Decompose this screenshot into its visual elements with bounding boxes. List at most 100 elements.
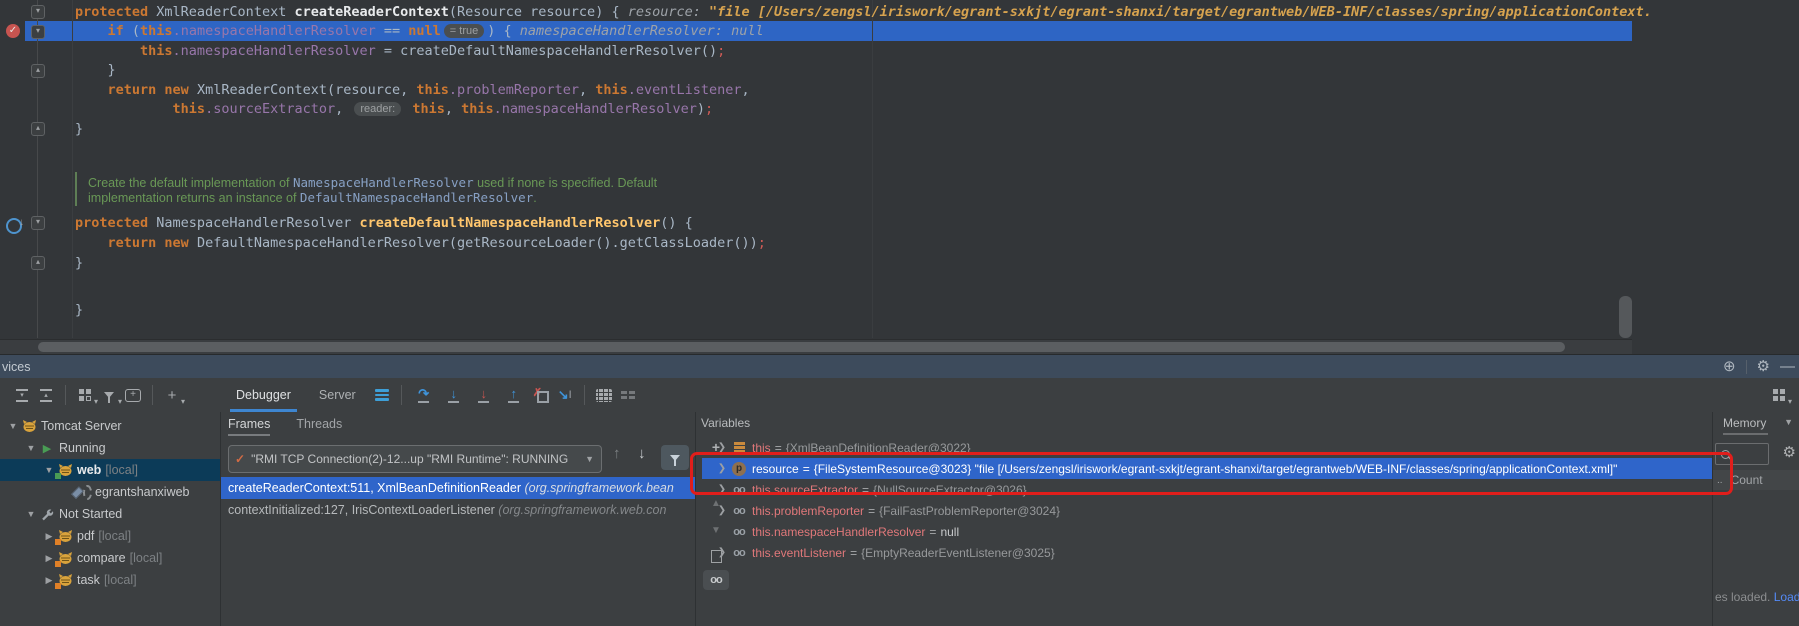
- filter-services-icon[interactable]: ▾: [97, 383, 121, 407]
- status-badge: [55, 583, 61, 589]
- fold-marker-icon[interactable]: ▾: [31, 5, 45, 19]
- override-method-icon[interactable]: [6, 218, 22, 234]
- code-editor[interactable]: ✓ protected XmlReaderContext createReade…: [0, 0, 1799, 354]
- variable-row[interactable]: ❯this={XmlBeanDefinitionReader@3022}: [702, 437, 1712, 458]
- group-by-icon[interactable]: ▾: [73, 383, 97, 407]
- fold-marker-icon[interactable]: ▾: [31, 216, 45, 230]
- code-line[interactable]: return new XmlReaderContext(resource, th…: [75, 80, 750, 100]
- boxed-plus-icon[interactable]: +: [121, 383, 145, 407]
- code-line[interactable]: this.sourceExtractor, reader: this, this…: [75, 99, 713, 119]
- memory-column-headers[interactable]: .. Count: [1713, 470, 1799, 490]
- code-line[interactable]: if (this.namespaceHandlerResolver == nul…: [75, 21, 764, 41]
- prev-frame-icon[interactable]: ↑: [613, 445, 621, 462]
- chevron-right-icon[interactable]: ❯: [714, 547, 730, 558]
- locate-icon[interactable]: ⊕: [1723, 355, 1736, 379]
- fold-marker-icon[interactable]: ▴: [31, 122, 45, 136]
- variable-name: resource: [752, 462, 799, 476]
- tab-frames[interactable]: Frames: [228, 412, 270, 437]
- variable-equals: =: [868, 504, 875, 518]
- variable-row[interactable]: oothis.namespaceHandlerResolver=null: [702, 521, 1712, 542]
- variable-value: {FailFastProblemReporter@3024}: [879, 504, 1060, 518]
- variable-name: this.problemReporter: [752, 504, 864, 518]
- tree-row[interactable]: ▼▶Running: [0, 437, 220, 459]
- code-line[interactable]: }: [75, 300, 83, 320]
- code-line[interactable]: return new DefaultNamespaceHandlerResolv…: [75, 233, 766, 253]
- this-icon: [730, 442, 748, 453]
- hide-library-frames-icon[interactable]: [661, 445, 689, 470]
- chevron-right-icon[interactable]: ❯: [714, 484, 730, 495]
- memory-search-input[interactable]: [1715, 443, 1769, 465]
- tree-row[interactable]: ▼Not Started: [0, 503, 220, 525]
- expand-all-icon[interactable]: ▾: [10, 383, 34, 407]
- fold-marker-icon[interactable]: ▴: [31, 256, 45, 270]
- horizontal-scrollbar-track[interactable]: [0, 339, 1632, 354]
- tree-row[interactable]: ▼web[local]: [0, 459, 220, 481]
- tomcat-icon: [20, 418, 38, 434]
- step-out-icon[interactable]: ↑: [502, 387, 526, 403]
- frame-row[interactable]: contextInitialized:127, IrisContextLoade…: [221, 499, 695, 521]
- tree-row[interactable]: ▶pdf[local]: [0, 525, 220, 547]
- tree-row[interactable]: ▼Tomcat Server: [0, 415, 220, 437]
- variable-row[interactable]: ❯presource={FileSystemResource@3023} "fi…: [702, 458, 1712, 479]
- chevron-right-icon[interactable]: ❯: [714, 463, 730, 474]
- add-service-icon[interactable]: +▾: [160, 383, 184, 407]
- chevron-down-icon[interactable]: ▼: [6, 421, 20, 431]
- thread-selector[interactable]: ✓ "RMI TCP Connection(2)-12...up "RMI Ru…: [228, 445, 602, 473]
- run-to-cursor-icon[interactable]: ↘I: [553, 383, 577, 407]
- drop-frame-icon[interactable]: ✗: [529, 383, 553, 407]
- frame-row[interactable]: createReaderContext:511, XmlBeanDefiniti…: [221, 477, 695, 499]
- chevron-down-icon[interactable]: ▼: [42, 465, 56, 475]
- tree-item-suffix: [local]: [130, 551, 163, 565]
- chevron-right-icon[interactable]: ▶: [42, 531, 56, 542]
- vertical-scrollbar[interactable]: [1619, 296, 1632, 338]
- collapse-all-icon[interactable]: ▴: [34, 383, 58, 407]
- variable-row[interactable]: ❯oothis.eventListener={EmptyReaderEventL…: [702, 542, 1712, 563]
- next-frame-icon[interactable]: ↓: [638, 445, 646, 462]
- services-tree[interactable]: ▼Tomcat Server▼▶Running▼web[local]egrant…: [0, 412, 220, 626]
- layout-settings-icon[interactable]: ▾: [1767, 383, 1791, 407]
- step-into-icon[interactable]: ↓: [442, 387, 466, 403]
- load-classes-link[interactable]: Load: [1774, 590, 1799, 604]
- code-line[interactable]: }: [75, 253, 83, 273]
- code-line[interactable]: protected NamespaceHandlerResolver creat…: [75, 213, 693, 233]
- restore-layout-icon[interactable]: [616, 383, 640, 407]
- tab-server[interactable]: Server: [319, 379, 356, 412]
- chevron-right-icon[interactable]: ▶: [42, 575, 56, 586]
- variable-row[interactable]: ❯oothis.problemReporter={FailFastProblem…: [702, 500, 1712, 521]
- tree-row[interactable]: ▶compare[local]: [0, 547, 220, 569]
- hide-panel-icon[interactable]: —: [1780, 355, 1795, 379]
- memory-tab[interactable]: Memory: [1723, 416, 1766, 430]
- code-line[interactable]: protected XmlReaderContext createReaderC…: [75, 2, 1652, 22]
- variable-row[interactable]: ❯oothis.sourceExtractor={NullSourceExtra…: [702, 479, 1712, 500]
- code-line[interactable]: }: [75, 119, 83, 139]
- layout-menu-icon[interactable]: [370, 383, 394, 407]
- frames-panel: Frames Threads ✓ "RMI TCP Connection(2)-…: [221, 412, 695, 626]
- variables-panel: Variables + — ▲ ▼ oo ❯this={XmlBeanDefin…: [696, 412, 1712, 626]
- horizontal-scrollbar-thumb[interactable]: [38, 342, 1565, 352]
- show-watches-icon[interactable]: oo: [703, 570, 729, 590]
- code-line[interactable]: }: [75, 60, 116, 80]
- chevron-down-icon[interactable]: ▼: [24, 443, 38, 453]
- evaluate-expression-icon[interactable]: [592, 383, 616, 407]
- code-line[interactable]: this.namespaceHandlerResolver = createDe…: [75, 41, 725, 61]
- chevron-right-icon[interactable]: ❯: [714, 442, 730, 453]
- chevron-right-icon[interactable]: ❯: [714, 505, 730, 516]
- tomcat-icon: [56, 572, 74, 588]
- tree-row[interactable]: ▶task[local]: [0, 569, 220, 591]
- fold-marker-icon[interactable]: ▴: [31, 64, 45, 78]
- memory-settings-gear-icon[interactable]: ⚙: [1783, 443, 1796, 461]
- force-step-into-icon[interactable]: ↓: [472, 387, 496, 403]
- tab-threads[interactable]: Threads: [296, 412, 342, 437]
- chevron-down-icon[interactable]: ▼: [24, 509, 38, 519]
- settings-gear-icon[interactable]: ⚙: [1757, 355, 1770, 379]
- status-badge: [55, 561, 61, 567]
- chevron-down-icon[interactable]: ▼: [1784, 417, 1793, 427]
- breakpoint-icon[interactable]: ✓: [6, 24, 20, 38]
- doc-comment-line: Create the default implementation of Nam…: [88, 176, 657, 190]
- editor-minimap[interactable]: [1637, 0, 1799, 346]
- tree-row[interactable]: egrantshanxiweb: [0, 481, 220, 503]
- tab-debugger[interactable]: Debugger: [236, 379, 291, 412]
- fold-marker-icon[interactable]: ▾: [31, 25, 45, 39]
- chevron-right-icon[interactable]: ▶: [42, 553, 56, 564]
- step-over-icon[interactable]: ↷: [412, 387, 436, 403]
